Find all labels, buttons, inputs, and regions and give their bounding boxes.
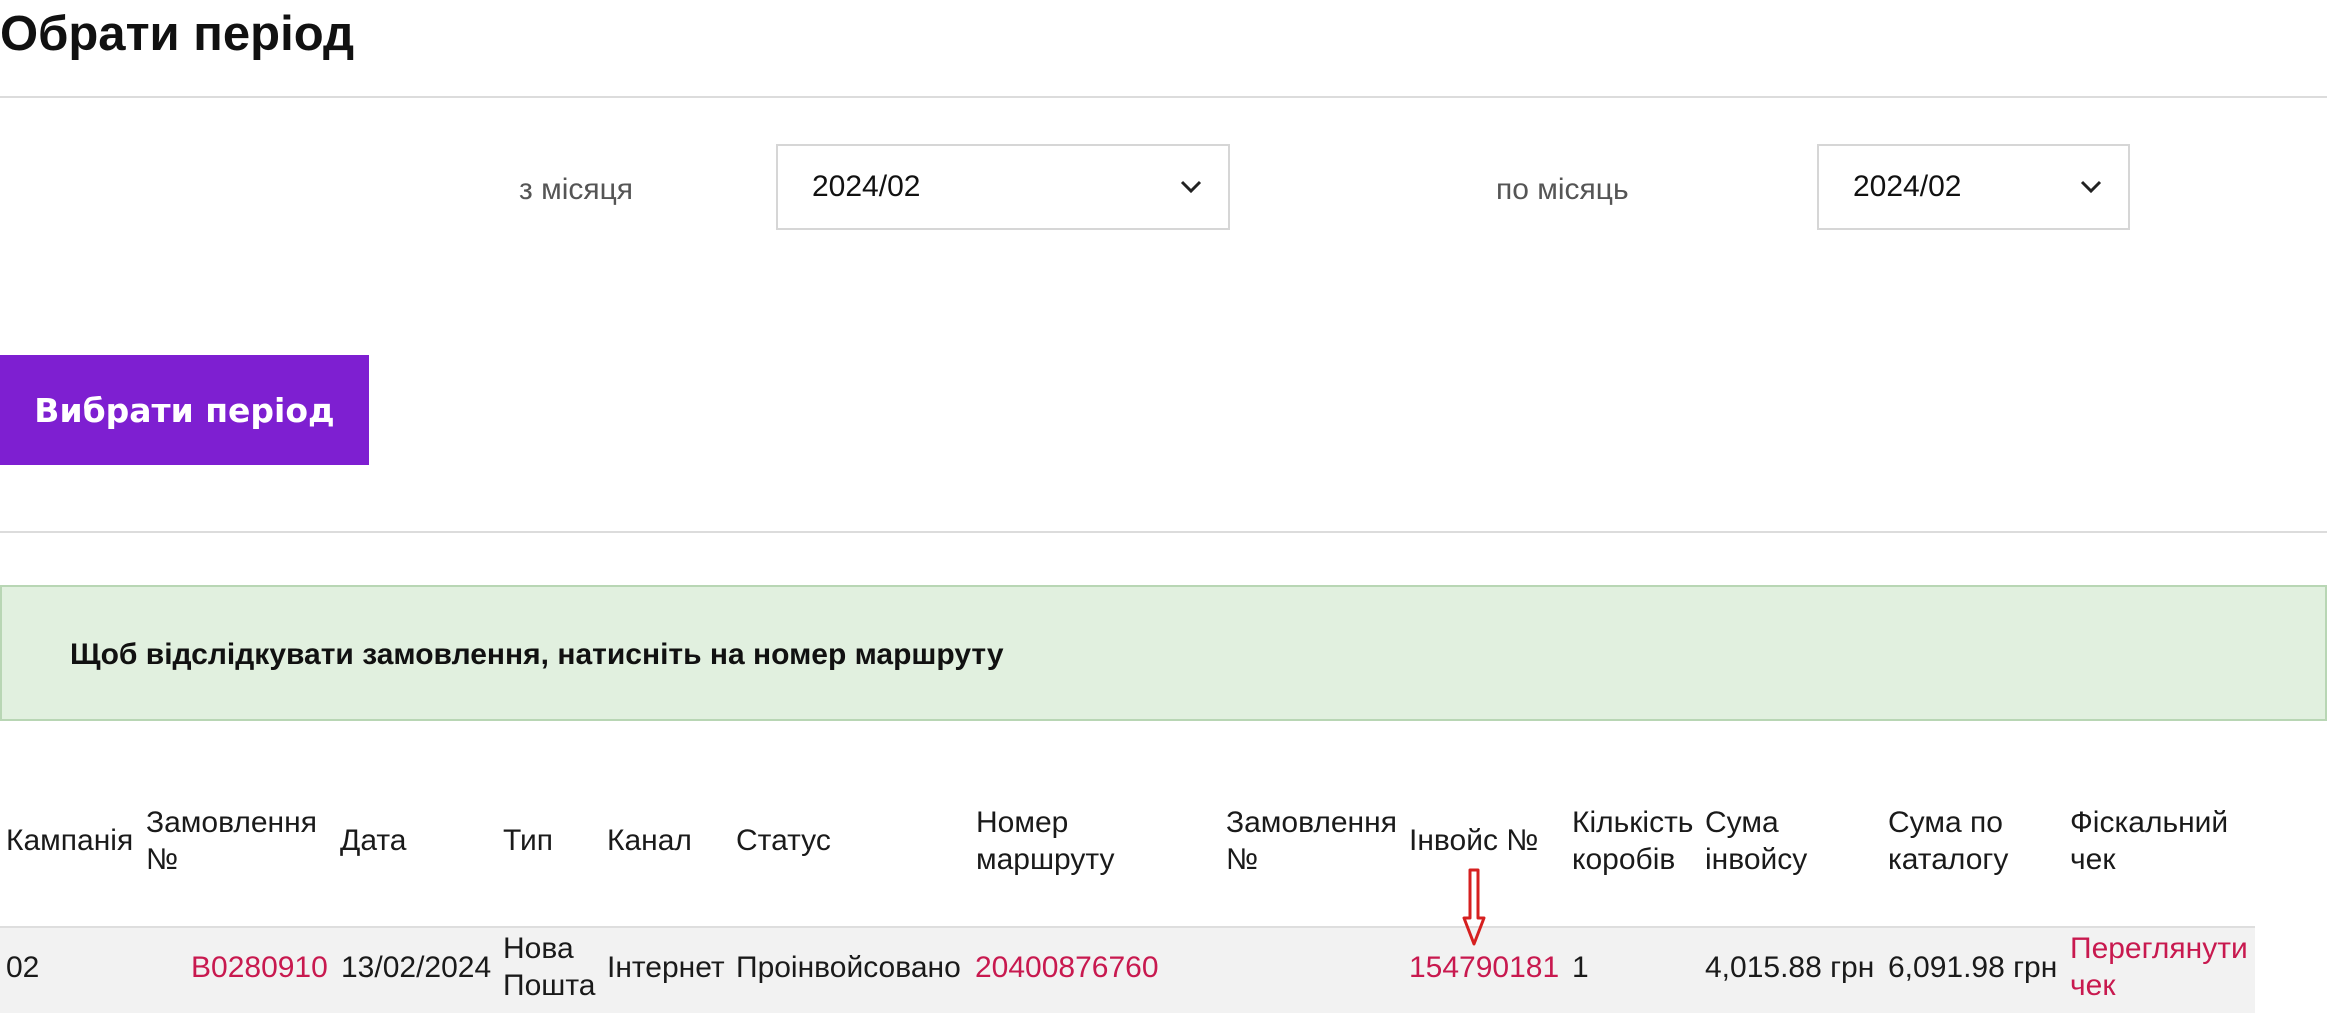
to-month-select[interactable]: 2024/02	[1817, 144, 2130, 230]
order-number-link[interactable]: B0280910	[191, 949, 328, 986]
chevron-down-icon	[2076, 172, 2106, 202]
divider	[0, 96, 2327, 98]
to-month-label: по місяць	[1496, 173, 1629, 206]
from-month-value: 2024/02	[812, 170, 921, 203]
header-order-2: Замовлення №	[1226, 806, 1397, 876]
header-boxes: Кількість коробів	[1572, 806, 1694, 876]
cell-type: Нова Пошта	[503, 932, 596, 1002]
to-month-value: 2024/02	[1853, 170, 1962, 203]
route-number-link[interactable]: 20400876760	[975, 949, 1159, 986]
cell-catalog-sum: 6,091.98 грн	[1888, 951, 2058, 984]
header-invoice-sum: Сума інвойсу	[1705, 806, 1808, 876]
header-status: Статус	[736, 824, 831, 857]
from-month-label: з місяця	[519, 173, 634, 206]
header-fiscal-receipt: Фіскальний чек	[2070, 806, 2229, 876]
down-arrow-icon	[1462, 868, 1486, 946]
header-route-number: Номер маршруту	[976, 806, 1115, 876]
header-invoice: Інвойс №	[1409, 824, 1539, 857]
cell-channel: Інтернет	[607, 951, 725, 984]
tracking-notice: Щоб відслідкувати замовлення, натисніть …	[0, 585, 2327, 721]
invoice-number-link[interactable]: 154790181	[1409, 949, 1559, 986]
cell-invoice-sum: 4,015.88 грн	[1705, 951, 1875, 984]
select-period-button[interactable]: Вибрати період	[0, 355, 369, 465]
header-type: Тип	[503, 824, 554, 857]
header-catalog-sum: Сума по каталогу	[1888, 806, 2009, 876]
divider	[0, 531, 2327, 533]
cell-status: Проінвойсовано	[736, 951, 961, 984]
cell-boxes: 1	[1572, 951, 1589, 984]
tracking-notice-text: Щоб відслідкувати замовлення, натисніть …	[70, 638, 1004, 671]
header-channel: Канал	[607, 824, 692, 857]
view-receipt-link[interactable]: Переглянути чек	[2070, 930, 2248, 1004]
page-title: Обрати період	[0, 7, 355, 61]
chevron-down-icon	[1176, 172, 1206, 202]
cell-campaign: 02	[6, 951, 40, 984]
cell-date: 13/02/2024	[341, 951, 492, 984]
header-date: Дата	[340, 824, 407, 857]
header-campaign: Кампанія	[6, 824, 134, 857]
from-month-select[interactable]: 2024/02	[776, 144, 1230, 230]
header-order-1: Замовлення №	[146, 806, 317, 876]
